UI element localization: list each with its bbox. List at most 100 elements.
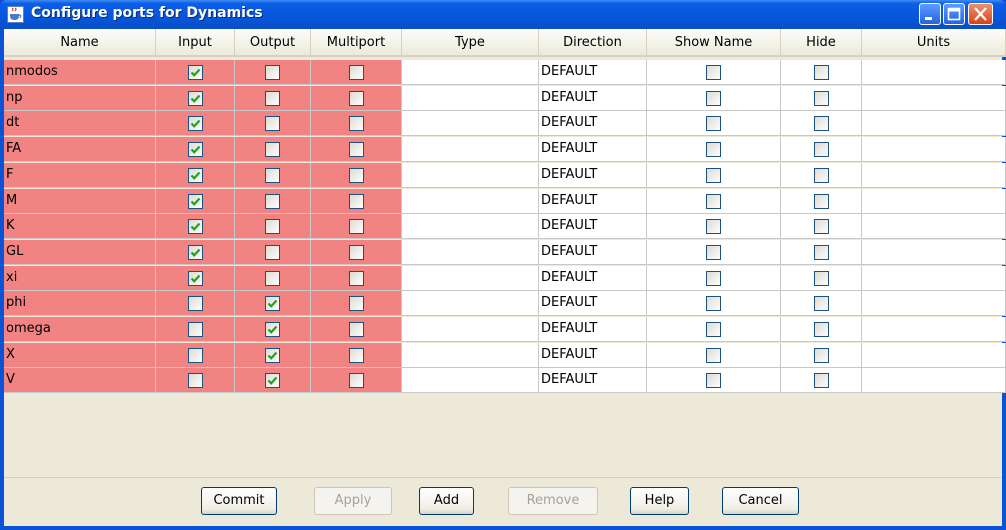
cell-input[interactable] — [156, 60, 235, 85]
cell-hide[interactable] — [781, 343, 862, 368]
cell-direction[interactable]: DEFAULT — [539, 368, 647, 393]
cell-input[interactable] — [156, 343, 235, 368]
show-name-checkbox[interactable] — [706, 65, 721, 80]
cell-output[interactable] — [235, 86, 311, 111]
apply-button[interactable]: Apply — [314, 487, 392, 515]
hide-checkbox[interactable] — [814, 373, 829, 388]
hide-checkbox[interactable] — [814, 91, 829, 106]
cell-name[interactable]: omega — [4, 317, 156, 342]
cell-output[interactable] — [235, 163, 311, 188]
cell-name[interactable]: phi — [4, 291, 156, 316]
cell-hide[interactable] — [781, 60, 862, 85]
column-header-type[interactable]: Type — [402, 29, 539, 57]
table-row[interactable]: GL DEFAULT — [4, 240, 1006, 266]
cell-hide[interactable] — [781, 368, 862, 393]
cell-type[interactable] — [402, 291, 539, 316]
cell-multiport[interactable] — [311, 291, 402, 316]
output-checkbox[interactable] — [265, 91, 280, 106]
column-header-name[interactable]: Name — [4, 29, 156, 57]
cell-output[interactable] — [235, 291, 311, 316]
show-name-checkbox[interactable] — [706, 194, 721, 209]
maximize-button[interactable] — [943, 3, 965, 25]
multiport-checkbox[interactable] — [349, 142, 364, 157]
commit-button[interactable]: Commit — [201, 487, 277, 515]
cell-name[interactable]: dt — [4, 111, 156, 136]
add-button[interactable]: Add — [419, 487, 474, 515]
cell-input[interactable] — [156, 291, 235, 316]
output-checkbox[interactable] — [265, 245, 280, 260]
table-row[interactable]: xi DEFAULT — [4, 266, 1006, 292]
output-checkbox[interactable] — [265, 65, 280, 80]
cell-type[interactable] — [402, 317, 539, 342]
cell-multiport[interactable] — [311, 343, 402, 368]
input-checkbox[interactable] — [188, 168, 203, 183]
cell-name[interactable]: V — [4, 368, 156, 393]
cell-output[interactable] — [235, 368, 311, 393]
cell-multiport[interactable] — [311, 240, 402, 265]
cell-type[interactable] — [402, 189, 539, 214]
cell-direction[interactable]: DEFAULT — [539, 317, 647, 342]
cell-show-name[interactable] — [647, 214, 781, 239]
cell-direction[interactable]: DEFAULT — [539, 266, 647, 291]
table-row[interactable]: FA DEFAULT — [4, 137, 1006, 163]
input-checkbox[interactable] — [188, 219, 203, 234]
cell-output[interactable] — [235, 343, 311, 368]
multiport-checkbox[interactable] — [349, 322, 364, 337]
table-row[interactable]: M DEFAULT — [4, 189, 1006, 215]
cell-output[interactable] — [235, 137, 311, 162]
cell-input[interactable] — [156, 368, 235, 393]
cell-hide[interactable] — [781, 240, 862, 265]
table-row[interactable]: omega DEFAULT — [4, 317, 1006, 343]
cell-multiport[interactable] — [311, 368, 402, 393]
cell-type[interactable] — [402, 60, 539, 85]
hide-checkbox[interactable] — [814, 142, 829, 157]
cell-name[interactable]: nmodos — [4, 60, 156, 85]
remove-button[interactable]: Remove — [508, 487, 598, 515]
cell-show-name[interactable] — [647, 137, 781, 162]
cell-type[interactable] — [402, 137, 539, 162]
output-checkbox[interactable] — [265, 271, 280, 286]
output-checkbox[interactable] — [265, 116, 280, 131]
cell-units[interactable] — [862, 343, 1006, 368]
output-checkbox[interactable] — [265, 348, 280, 363]
cell-show-name[interactable] — [647, 343, 781, 368]
cell-input[interactable] — [156, 163, 235, 188]
hide-checkbox[interactable] — [814, 296, 829, 311]
cell-show-name[interactable] — [647, 86, 781, 111]
cell-show-name[interactable] — [647, 60, 781, 85]
cell-units[interactable] — [862, 60, 1006, 85]
cell-units[interactable] — [862, 111, 1006, 136]
cell-units[interactable] — [862, 317, 1006, 342]
cell-direction[interactable]: DEFAULT — [539, 189, 647, 214]
cell-direction[interactable]: DEFAULT — [539, 163, 647, 188]
hide-checkbox[interactable] — [814, 65, 829, 80]
show-name-checkbox[interactable] — [706, 245, 721, 260]
cell-units[interactable] — [862, 291, 1006, 316]
cell-show-name[interactable] — [647, 266, 781, 291]
cell-hide[interactable] — [781, 214, 862, 239]
minimize-button[interactable] — [919, 3, 941, 25]
multiport-checkbox[interactable] — [349, 65, 364, 80]
cell-multiport[interactable] — [311, 86, 402, 111]
table-row[interactable]: K DEFAULT — [4, 214, 1006, 240]
cell-output[interactable] — [235, 60, 311, 85]
cell-units[interactable] — [862, 86, 1006, 111]
hide-checkbox[interactable] — [814, 322, 829, 337]
cell-type[interactable] — [402, 163, 539, 188]
column-header-show-name[interactable]: Show Name — [647, 29, 781, 57]
output-checkbox[interactable] — [265, 142, 280, 157]
column-header-direction[interactable]: Direction — [539, 29, 647, 57]
input-checkbox[interactable] — [188, 322, 203, 337]
cell-multiport[interactable] — [311, 214, 402, 239]
column-header-multiport[interactable]: Multiport — [311, 29, 402, 57]
close-button[interactable] — [968, 3, 993, 25]
show-name-checkbox[interactable] — [706, 296, 721, 311]
table-row[interactable]: nmodos DEFAULT — [4, 60, 1006, 86]
cell-show-name[interactable] — [647, 317, 781, 342]
cell-units[interactable] — [862, 240, 1006, 265]
multiport-checkbox[interactable] — [349, 116, 364, 131]
cell-hide[interactable] — [781, 86, 862, 111]
cell-show-name[interactable] — [647, 291, 781, 316]
multiport-checkbox[interactable] — [349, 296, 364, 311]
cell-output[interactable] — [235, 189, 311, 214]
